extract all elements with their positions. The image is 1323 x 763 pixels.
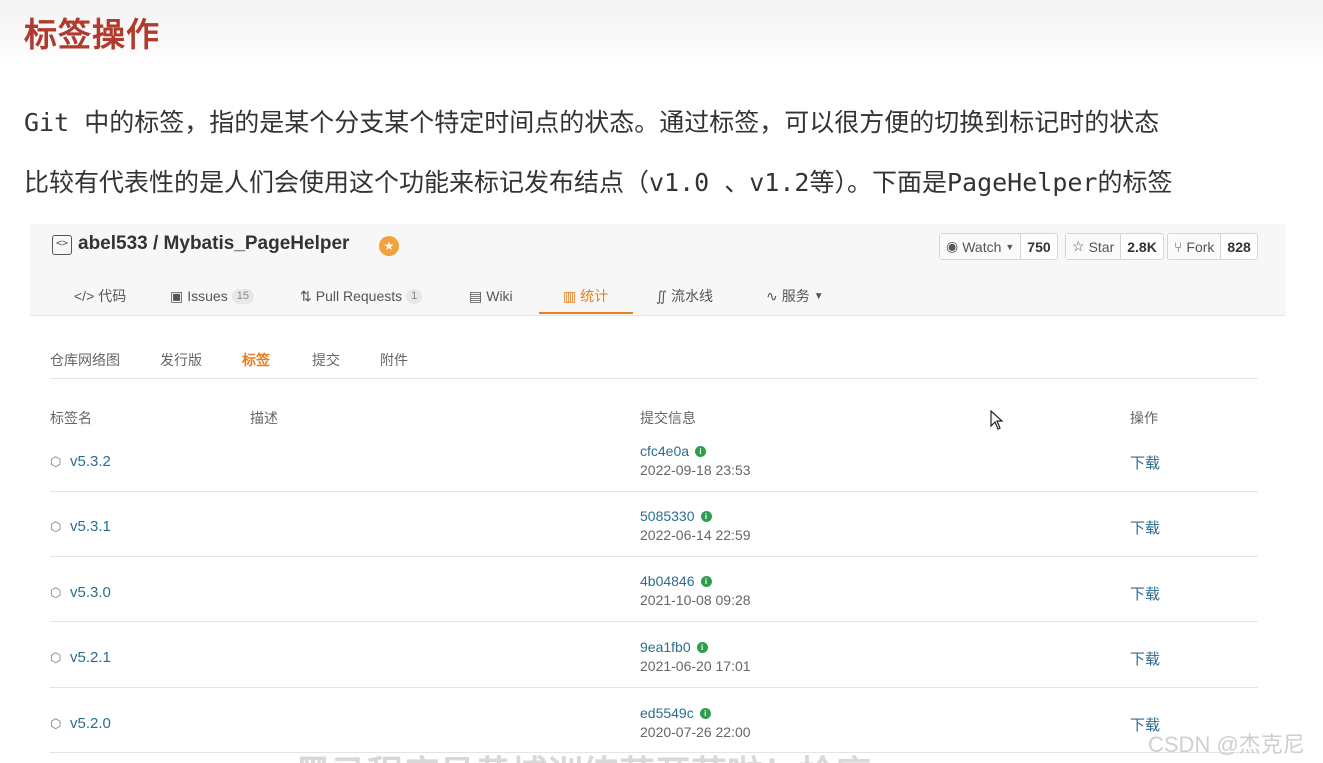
subnav-releases[interactable]: 发行版 bbox=[160, 350, 202, 370]
tag-icon: ⬡ bbox=[50, 584, 62, 600]
sub-nav: 仓库网络图 发行版 标签 提交 附件 bbox=[50, 350, 1258, 379]
tab-code[interactable]: </> 代码 bbox=[74, 278, 126, 314]
fork-icon: ⑂ bbox=[1174, 238, 1183, 255]
intro-paragraph-2: 比较有代表性的是人们会使用这个功能来标记发布结点（v1.0 、v1.2等）。下面… bbox=[24, 168, 1173, 197]
table-row: ⬡ v5.2.1 9ea1fb0 i 2021-06-20 17:01 下载 bbox=[50, 623, 1258, 688]
verified-icon: i bbox=[700, 510, 712, 522]
download-link[interactable]: 下载 bbox=[1130, 452, 1160, 473]
title-bar bbox=[0, 0, 1323, 66]
star-button[interactable]: ☆ Star 2.8K bbox=[1065, 233, 1164, 260]
header-action: 操作 bbox=[1130, 410, 1158, 426]
verified-icon: i bbox=[695, 445, 707, 457]
header-description: 描述 bbox=[250, 410, 278, 426]
commit-date: 2021-10-08 09:28 bbox=[640, 592, 751, 608]
repo-name[interactable]: abel533 / Mybatis_PageHelper bbox=[78, 233, 349, 255]
commit-date: 2022-09-18 23:53 bbox=[640, 462, 751, 478]
table-row: ⬡ v5.3.0 4b04846 i 2021-10-08 09:28 下载 bbox=[50, 557, 1258, 622]
pulse-icon: ∿ bbox=[766, 287, 778, 304]
commit-date: 2022-06-14 22:59 bbox=[640, 527, 751, 543]
fork-button[interactable]: ⑂ Fork 828 bbox=[1167, 233, 1258, 260]
commit-hash[interactable]: 4b04846 bbox=[640, 573, 695, 589]
tab-issues[interactable]: ▣ Issues 15 bbox=[170, 278, 254, 314]
tag-link[interactable]: ⬡ v5.3.0 bbox=[50, 584, 111, 601]
subnav-tags[interactable]: 标签 bbox=[242, 350, 270, 370]
table-row: ⬡ v5.3.2 cfc4e0a i 2022-09-18 23:53 下载 bbox=[50, 427, 1258, 492]
active-tab-indicator bbox=[539, 312, 633, 314]
tab-stats[interactable]: ▥ 统计 bbox=[563, 278, 608, 314]
tab-services[interactable]: ∿ 服务 ▼ bbox=[766, 278, 824, 314]
fork-count[interactable]: 828 bbox=[1221, 234, 1256, 259]
commit-hash[interactable]: 9ea1fb0 bbox=[640, 639, 691, 655]
commit-date: 2021-06-20 17:01 bbox=[640, 658, 751, 674]
verified-icon: i bbox=[699, 707, 711, 719]
caret-down-icon: ▼ bbox=[1005, 241, 1015, 252]
pipeline-icon: ∬ bbox=[656, 287, 668, 304]
verified-icon: i bbox=[696, 641, 708, 653]
tag-link[interactable]: ⬡ v5.3.1 bbox=[50, 518, 111, 535]
download-link[interactable]: 下载 bbox=[1130, 517, 1160, 538]
intro-paragraph-1: Git 中的标签，指的是某个分支某个特定时间点的状态。通过标签，可以很方便的切换… bbox=[24, 108, 1160, 137]
mouse-cursor-icon bbox=[990, 410, 1004, 430]
commit-date: 2020-07-26 22:00 bbox=[640, 724, 751, 740]
commit-hash[interactable]: ed5549c bbox=[640, 705, 694, 721]
pull-request-icon: ⇅ bbox=[300, 287, 312, 304]
subnav-network[interactable]: 仓库网络图 bbox=[50, 350, 120, 370]
code-repo-icon: <> bbox=[52, 235, 72, 255]
tag-icon: ⬡ bbox=[50, 518, 62, 534]
download-link[interactable]: 下载 bbox=[1130, 648, 1160, 669]
recommended-badge-icon: ★ bbox=[379, 236, 399, 256]
code-icon: </> bbox=[74, 288, 95, 304]
page-title: 标签操作 bbox=[24, 15, 160, 54]
tag-icon: ⬡ bbox=[50, 649, 62, 665]
tag-link[interactable]: ⬡ v5.2.1 bbox=[50, 649, 111, 666]
commit-info: cfc4e0a i 2022-09-18 23:53 bbox=[640, 443, 751, 478]
tag-link[interactable]: ⬡ v5.3.2 bbox=[50, 453, 111, 470]
issues-icon: ▣ bbox=[170, 287, 184, 304]
commit-info: 5085330 i 2022-06-14 22:59 bbox=[640, 508, 751, 543]
video-subtitle: 黑马程序员黄埔训练营开营啦！抢座 bbox=[295, 745, 1285, 763]
subnav-commits[interactable]: 提交 bbox=[312, 350, 340, 370]
caret-down-icon: ▼ bbox=[813, 290, 824, 302]
header-commit-info: 提交信息 bbox=[640, 410, 696, 426]
tab-wiki[interactable]: ▤ Wiki bbox=[469, 278, 513, 314]
commit-hash[interactable]: cfc4e0a bbox=[640, 443, 689, 459]
commit-info: ed5549c i 2020-07-26 22:00 bbox=[640, 705, 751, 740]
commit-info: 9ea1fb0 i 2021-06-20 17:01 bbox=[640, 639, 751, 674]
wiki-icon: ▤ bbox=[469, 287, 483, 304]
tab-pipeline[interactable]: ∬ 流水线 bbox=[656, 278, 713, 314]
tag-link[interactable]: ⬡ v5.2.0 bbox=[50, 715, 111, 732]
star-icon: ☆ bbox=[1072, 238, 1085, 254]
star-count[interactable]: 2.8K bbox=[1121, 234, 1163, 259]
verified-icon: i bbox=[700, 575, 712, 587]
table-row: ⬡ v5.2.0 ed5549c i 2020-07-26 22:00 下载 bbox=[50, 688, 1258, 753]
table-row: ⬡ v5.3.1 5085330 i 2022-06-14 22:59 下载 bbox=[50, 492, 1258, 557]
watch-button[interactable]: ◉ Watch ▼ 750 bbox=[939, 233, 1058, 260]
watch-count[interactable]: 750 bbox=[1021, 234, 1056, 259]
commit-info: 4b04846 i 2021-10-08 09:28 bbox=[640, 573, 751, 608]
header-tag-name: 标签名 bbox=[50, 410, 92, 426]
subnav-attachments[interactable]: 附件 bbox=[380, 350, 408, 370]
download-link[interactable]: 下载 bbox=[1130, 583, 1160, 604]
eye-icon: ◉ bbox=[946, 238, 959, 254]
commit-hash[interactable]: 5085330 bbox=[640, 508, 695, 524]
tag-icon: ⬡ bbox=[50, 715, 62, 731]
tag-icon: ⬡ bbox=[50, 453, 62, 469]
tab-pull-requests[interactable]: ⇅ Pull Requests 1 bbox=[300, 278, 423, 314]
chart-icon: ▥ bbox=[563, 287, 577, 304]
